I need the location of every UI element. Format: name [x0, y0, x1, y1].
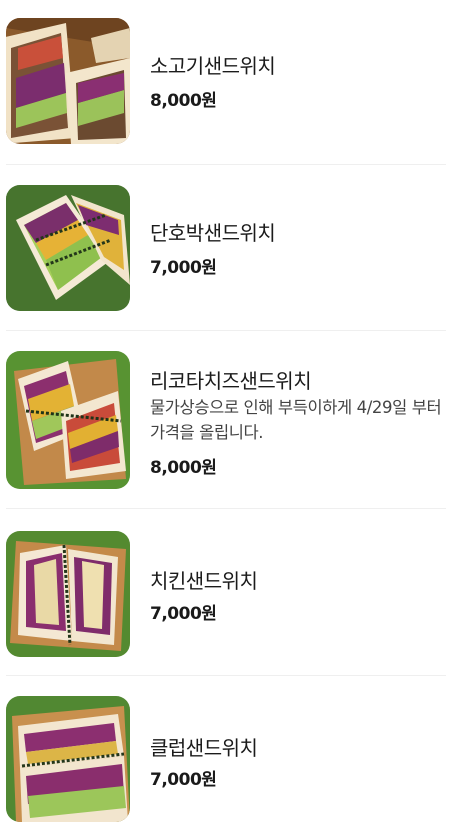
- item-name: 소고기샌드위치: [150, 54, 276, 78]
- item-price: 7,000원: [150, 258, 217, 278]
- menu-list: 소고기샌드위치 8,000원 단호박샌드위치 7,000원 리코타치즈샌드위치 …: [0, 0, 466, 822]
- item-price: 8,000원: [150, 458, 217, 478]
- item-price: 7,000원: [150, 604, 217, 624]
- item-description: 물가상승으로 인해 부득이하게 4/29일 부터 가격을 올립니다.: [150, 398, 442, 442]
- item-name: 클럽샌드위치: [150, 736, 258, 760]
- beef-sandwich-photo: [6, 18, 130, 144]
- menu-item-ricotta-sandwich[interactable]: 리코타치즈샌드위치 물가상승으로 인해 부득이하게 4/29일 부터 가격을 올…: [0, 331, 466, 509]
- pumpkin-sandwich-photo: [6, 185, 130, 311]
- menu-item-chicken-sandwich[interactable]: 치킨샌드위치 7,000원: [0, 509, 466, 676]
- item-price: 7,000원: [150, 770, 217, 790]
- chicken-sandwich-photo: [6, 531, 130, 657]
- menu-item-beef-sandwich[interactable]: 소고기샌드위치 8,000원: [0, 0, 466, 165]
- item-name: 리코타치즈샌드위치: [150, 369, 312, 393]
- ricotta-sandwich-photo: [6, 351, 130, 489]
- menu-item-pumpkin-sandwich[interactable]: 단호박샌드위치 7,000원: [0, 165, 466, 331]
- club-sandwich-photo: [6, 696, 130, 822]
- menu-item-club-sandwich[interactable]: 클럽샌드위치 7,000원: [0, 676, 466, 822]
- item-price: 8,000원: [150, 91, 217, 111]
- item-name: 단호박샌드위치: [150, 221, 276, 245]
- item-name: 치킨샌드위치: [150, 569, 258, 593]
